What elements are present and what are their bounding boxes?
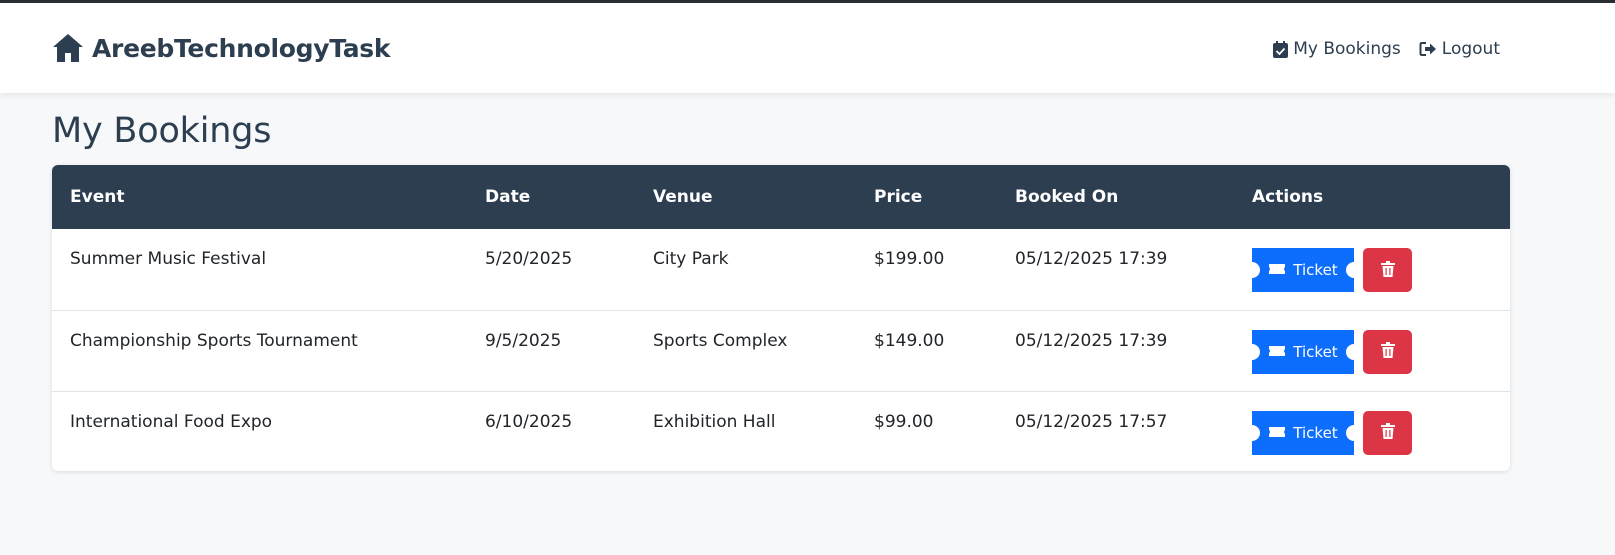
- table-row: International Food Expo 6/10/2025 Exhibi…: [52, 391, 1510, 471]
- cell-actions: Ticket: [1234, 310, 1510, 391]
- cell-venue: Exhibition Hall: [653, 411, 776, 432]
- calendar-check-icon: [1273, 40, 1289, 58]
- ticket-button-label: Ticket: [1293, 261, 1338, 279]
- cell-venue: Sports Complex: [653, 330, 788, 351]
- home-icon: [52, 33, 84, 63]
- cell-booked-on: 05/12/2025 17:57: [1015, 411, 1168, 432]
- nav-my-bookings-label: My Bookings: [1293, 39, 1401, 59]
- cell-date: 9/5/2025: [485, 330, 562, 351]
- ticket-icon: [1268, 261, 1286, 279]
- trash-icon: [1380, 342, 1395, 361]
- navbar: AreebTechnologyTask My Bookings Logout: [0, 3, 1615, 93]
- trash-icon: [1380, 423, 1395, 442]
- column-header-event: Event: [70, 187, 125, 207]
- table-header-row: Event Date Venue Price Booked On Actions: [52, 165, 1510, 229]
- page-title: My Bookings: [52, 110, 272, 151]
- cell-venue: City Park: [653, 249, 729, 269]
- ticket-icon: [1268, 424, 1286, 442]
- ticket-button-label: Ticket: [1293, 342, 1338, 361]
- cell-booked-on: 05/12/2025 17:39: [1015, 330, 1168, 351]
- cell-actions: Ticket: [1234, 391, 1510, 471]
- cell-event: Championship Sports Tournament: [70, 330, 358, 351]
- cell-date: 5/20/2025: [485, 249, 573, 269]
- cell-price: $199.00: [874, 249, 945, 269]
- table-row: Championship Sports Tournament 9/5/2025 …: [52, 310, 1510, 391]
- ticket-button[interactable]: Ticket: [1252, 410, 1354, 455]
- delete-button[interactable]: [1363, 410, 1412, 455]
- brand-name: AreebTechnologyTask: [92, 33, 391, 63]
- sign-out-icon: [1419, 41, 1437, 57]
- cell-event: International Food Expo: [70, 411, 273, 432]
- nav-logout-label: Logout: [1441, 39, 1500, 59]
- cell-date: 6/10/2025: [485, 411, 573, 432]
- table-row: Summer Music Festival 5/20/2025 City Par…: [52, 229, 1510, 310]
- ticket-button[interactable]: Ticket: [1252, 329, 1354, 374]
- cell-price: $149.00: [874, 330, 945, 351]
- column-header-date: Date: [485, 187, 531, 207]
- delete-button[interactable]: [1363, 329, 1412, 374]
- cell-price: $99.00: [874, 411, 934, 432]
- bookings-table-card: Event Date Venue Price Booked On Actions…: [52, 165, 1510, 471]
- trash-icon: [1380, 260, 1395, 280]
- nav-links: My Bookings Logout: [1273, 39, 1500, 59]
- brand-link[interactable]: AreebTechnologyTask: [52, 33, 391, 63]
- cell-booked-on: 05/12/2025 17:39: [1015, 249, 1168, 269]
- column-header-actions: Actions: [1252, 187, 1324, 207]
- ticket-button[interactable]: Ticket: [1252, 248, 1354, 292]
- cell-actions: Ticket: [1234, 229, 1510, 310]
- nav-my-bookings-link[interactable]: My Bookings: [1273, 39, 1401, 59]
- cell-event: Summer Music Festival: [70, 249, 267, 269]
- column-header-booked-on: Booked On: [1015, 187, 1119, 207]
- bookings-table: Event Date Venue Price Booked On Actions…: [52, 165, 1510, 471]
- ticket-icon: [1268, 343, 1286, 361]
- ticket-button-label: Ticket: [1293, 423, 1338, 442]
- column-header-price: Price: [874, 187, 923, 207]
- delete-button[interactable]: [1363, 248, 1412, 292]
- nav-logout-link[interactable]: Logout: [1419, 39, 1500, 59]
- column-header-venue: Venue: [653, 187, 713, 207]
